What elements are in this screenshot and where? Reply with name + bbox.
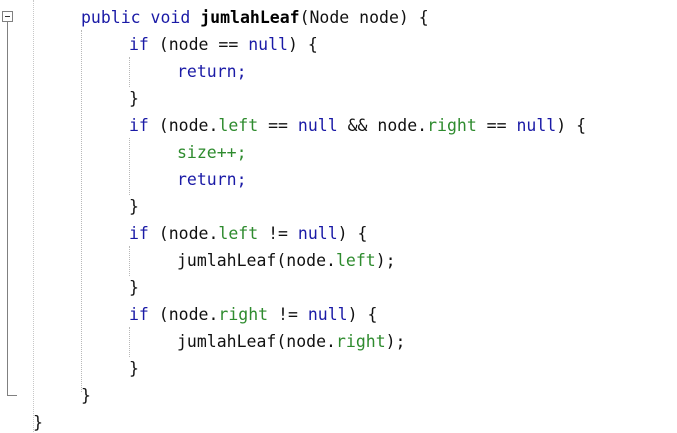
code-member: left: [218, 224, 259, 243]
code-keyword: null: [297, 116, 338, 135]
code-text: ==: [258, 116, 298, 135]
code-line[interactable]: if (node.left == null && node.right == n…: [129, 116, 586, 136]
code-text: );: [375, 251, 396, 270]
code-text: (node.: [148, 305, 219, 324]
code-keyword: return;: [177, 62, 247, 81]
code-line[interactable]: size++;: [177, 143, 247, 163]
code-text: }: [81, 386, 91, 405]
code-line[interactable]: jumlahLeaf(node.right);: [177, 332, 406, 352]
code-text: (Node node) {: [299, 8, 429, 27]
code-line[interactable]: jumlahLeaf(node.left);: [177, 251, 396, 271]
code-line[interactable]: }: [81, 386, 91, 406]
code-text: ==: [476, 116, 517, 135]
code-text: }: [129, 359, 139, 378]
gutter-separator: [33, 0, 34, 432]
code-keyword: return;: [177, 170, 247, 189]
indent-guide: [129, 246, 130, 276]
code-keyword: if: [129, 35, 149, 54]
fold-toggle-icon[interactable]: [2, 11, 13, 22]
code-member: size++;: [177, 143, 247, 162]
indent-guide: [81, 30, 82, 392]
code-text: }: [33, 413, 43, 432]
code-keyword: null: [248, 35, 288, 54]
code-line[interactable]: }: [129, 359, 139, 379]
method-name: jumlahLeaf: [200, 8, 300, 27]
code-text: (node.: [148, 116, 219, 135]
code-keyword: if: [129, 305, 149, 324]
code-line[interactable]: public void jumlahLeaf(Node node) {: [81, 8, 429, 28]
code-text: );: [385, 332, 406, 351]
code-text: && node.: [337, 116, 428, 135]
code-text: }: [129, 197, 139, 216]
code-keyword: public void: [81, 8, 201, 27]
code-text: (node.: [148, 224, 219, 243]
fold-end-marker: [7, 395, 17, 396]
code-line[interactable]: }: [129, 278, 139, 298]
code-keyword: if: [129, 224, 149, 243]
indent-guide: [129, 138, 130, 195]
code-line[interactable]: }: [129, 197, 139, 217]
code-line[interactable]: if (node.right != null) {: [129, 305, 377, 325]
code-text: ) {: [337, 224, 368, 243]
code-line[interactable]: return;: [177, 170, 247, 190]
code-keyword: null: [516, 116, 557, 135]
code-member: left: [335, 251, 376, 270]
code-text: !=: [258, 224, 298, 243]
code-member: right: [335, 332, 386, 351]
code-line[interactable]: return;: [177, 62, 247, 82]
code-member: right: [218, 305, 269, 324]
code-text: ) {: [347, 305, 378, 324]
indent-guide: [129, 327, 130, 357]
code-text: }: [129, 89, 139, 108]
code-keyword: null: [297, 224, 338, 243]
code-keyword: null: [307, 305, 348, 324]
code-text: ) {: [287, 35, 318, 54]
code-line[interactable]: }: [129, 89, 139, 109]
code-text: !=: [268, 305, 308, 324]
code-text: (node ==: [148, 35, 249, 54]
code-line[interactable]: if (node == null) {: [129, 35, 318, 55]
code-text: ) {: [556, 116, 587, 135]
code-line[interactable]: }: [33, 413, 43, 433]
code-member: left: [218, 116, 259, 135]
code-text: }: [129, 278, 139, 297]
code-editor[interactable]: public void jumlahLeaf(Node node) { if (…: [0, 0, 677, 432]
code-text: jumlahLeaf(node.: [177, 251, 336, 270]
fold-line: [7, 22, 8, 395]
indent-guide: [129, 57, 130, 87]
code-member: right: [427, 116, 477, 135]
code-text: jumlahLeaf(node.: [177, 332, 336, 351]
code-line[interactable]: if (node.left != null) {: [129, 224, 367, 244]
code-keyword: if: [129, 116, 149, 135]
